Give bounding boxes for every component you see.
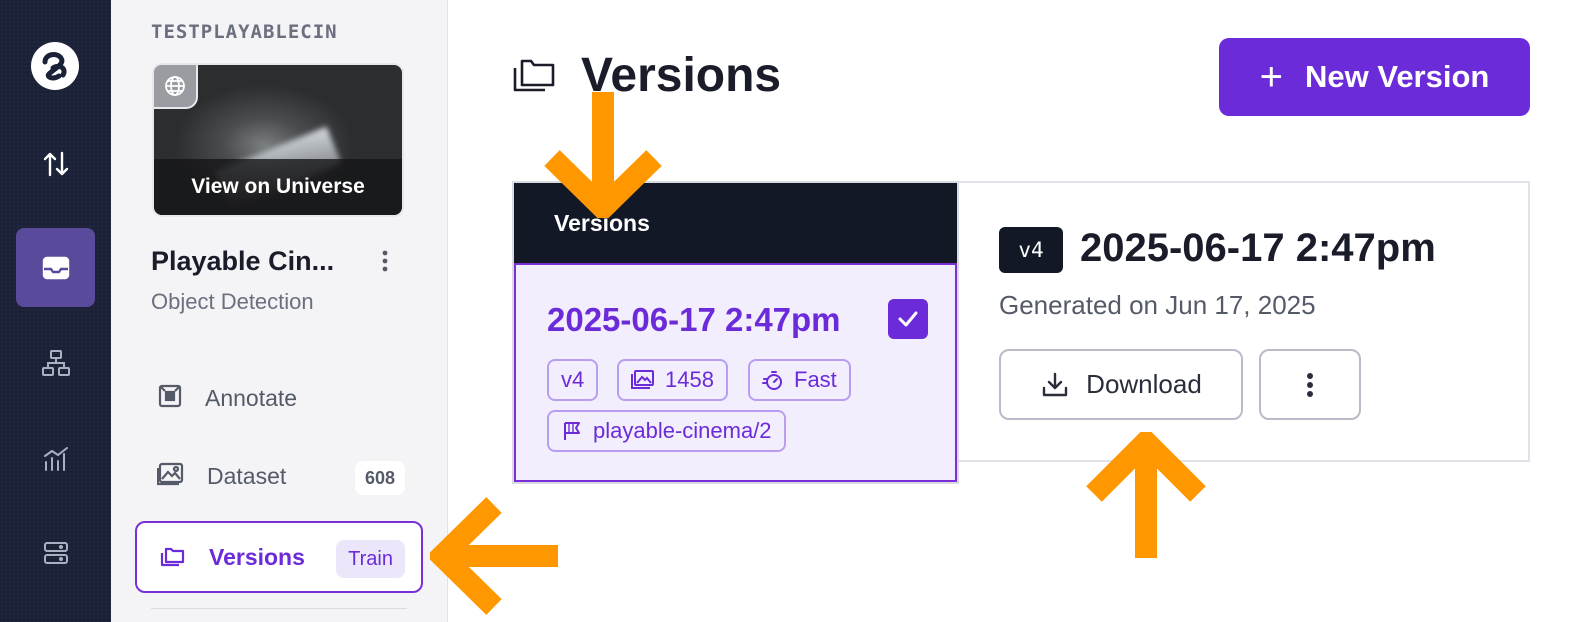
folders-icon <box>159 543 187 572</box>
download-label: Download <box>1086 369 1202 399</box>
project-thumbnail[interactable]: View on Universe <box>152 63 404 217</box>
generated-date: Generated on Jun 17, 2025 <box>999 290 1316 320</box>
project-sidebar: TESTPLAYABLECIN View on Universe Playabl… <box>111 0 448 622</box>
train-badge[interactable]: Train <box>336 540 405 578</box>
project-title: Playable Cin... <box>151 246 335 276</box>
version-title: 2025-06-17 2:47pm <box>1080 226 1436 270</box>
version-date: 2025-06-17 2:47pm <box>547 301 841 338</box>
images-count-tag: 1458 <box>617 359 728 401</box>
sidebar-item-label: Dataset <box>207 462 287 489</box>
annotation-arrow-left <box>430 497 558 615</box>
flag-icon <box>564 422 580 440</box>
annotate-icon <box>157 383 183 414</box>
speed-label: Fast <box>794 367 837 392</box>
sidebar-item-label: Versions <box>209 543 305 570</box>
view-on-universe-button[interactable]: View on Universe <box>154 159 402 215</box>
new-version-button[interactable]: + New Version <box>1219 38 1530 116</box>
download-button[interactable]: Download <box>999 349 1243 420</box>
project-type: Object Detection <box>151 289 314 314</box>
version-tag: v4 <box>547 359 599 401</box>
kebab-icon <box>1307 372 1313 397</box>
stopwatch-icon <box>762 371 782 390</box>
speed-tag: Fast <box>748 359 851 401</box>
version-badge: v4 <box>999 227 1063 273</box>
analytics-icon[interactable] <box>16 418 95 497</box>
annotation-arrow-up <box>1086 432 1206 558</box>
server-icon[interactable] <box>16 513 95 592</box>
sidebar-item-annotate[interactable]: Annotate <box>135 362 423 434</box>
icon-rail <box>0 0 111 622</box>
image-icon <box>156 462 185 491</box>
plus-icon: + <box>1259 55 1283 99</box>
version-checkbox[interactable] <box>888 299 928 339</box>
sidebar-item-dataset[interactable]: Dataset 608 <box>135 440 423 512</box>
inbox-icon[interactable] <box>16 228 95 307</box>
hierarchy-icon[interactable] <box>16 323 95 402</box>
sidebar-item-label: Annotate <box>205 384 298 411</box>
more-options-button[interactable] <box>1259 349 1361 420</box>
sidebar-item-versions[interactable]: Versions Train <box>135 521 423 593</box>
version-list-item[interactable]: 2025-06-17 2:47pm v4 1458 Fast playable-… <box>514 263 957 482</box>
source-label: playable-cinema/2 <box>593 418 772 443</box>
dataset-count-badge: 608 <box>354 461 405 495</box>
project-menu-icon[interactable] <box>373 246 397 276</box>
versions-list: Versions 2025-06-17 2:47pm v4 1458 Fast <box>512 181 959 484</box>
sidebar-divider <box>151 608 407 609</box>
new-version-label: New Version <box>1305 59 1490 94</box>
images-count: 1458 <box>665 367 714 392</box>
source-tag[interactable]: playable-cinema/2 <box>547 410 786 452</box>
check-icon <box>898 311 918 327</box>
annotation-arrow-down <box>544 92 662 218</box>
workspace-name[interactable]: TESTPLAYABLECIN <box>151 21 338 43</box>
download-icon <box>1042 372 1068 396</box>
swap-vertical-icon[interactable] <box>16 124 95 203</box>
app-logo[interactable] <box>31 42 79 90</box>
image-icon <box>631 370 654 389</box>
version-tag-label: v4 <box>561 367 585 392</box>
app: TESTPLAYABLECIN View on Universe Playabl… <box>0 0 1582 622</box>
globe-icon <box>154 65 198 109</box>
